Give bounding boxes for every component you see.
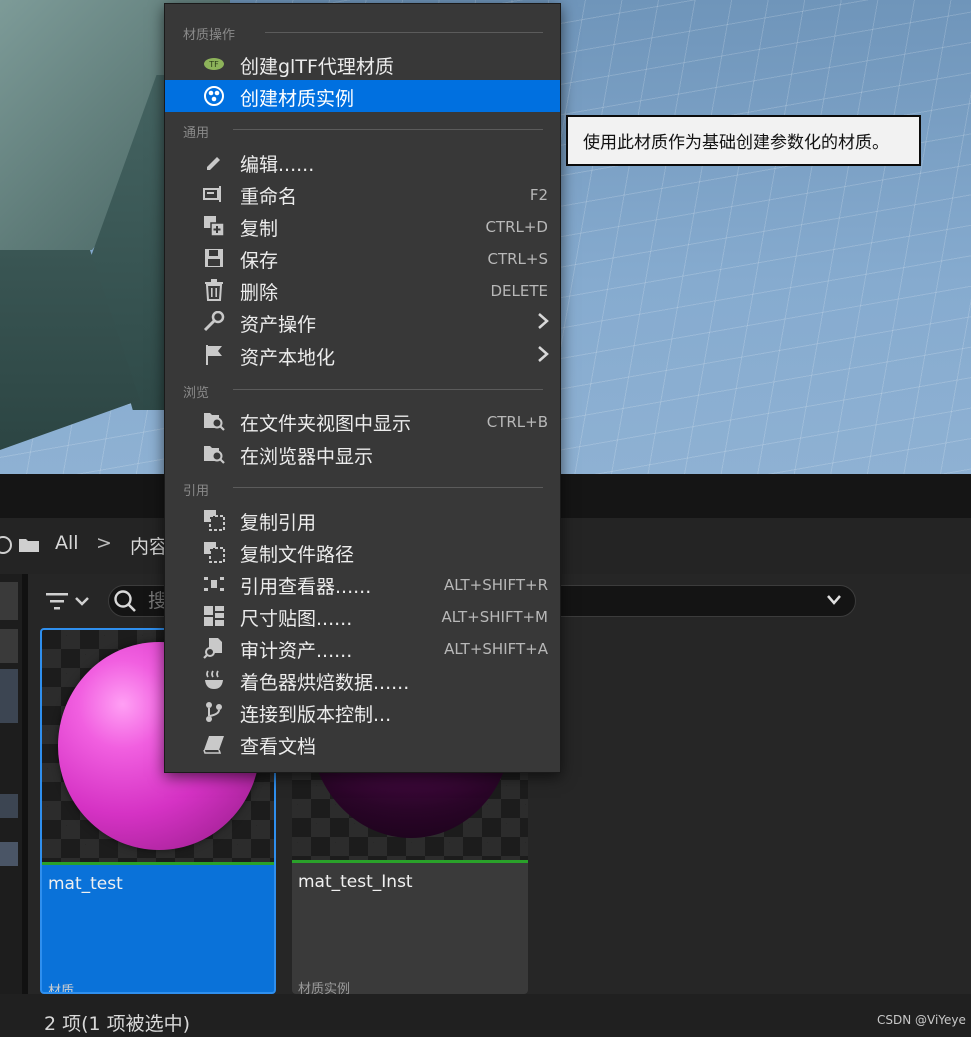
menu-item-copy-file-path[interactable]: 复制文件路径 [165, 536, 560, 568]
menu-item-tooltip: 使用此材质作为基础创建参数化的材质。 [566, 115, 921, 166]
menu-item-asset-localization[interactable]: 资产本地化 [165, 339, 560, 371]
asset-type-bar [292, 860, 528, 863]
menu-item-duplicate[interactable]: 复制 CTRL+D [165, 210, 560, 242]
menu-item-copy-reference[interactable]: 复制引用 [165, 504, 560, 536]
selection-status: 2 项(1 项被选中) [44, 1013, 191, 1035]
search-icon [114, 590, 136, 612]
menu-item-rename[interactable]: 重命名 F2 [165, 178, 560, 210]
reference-viewer-icon [203, 573, 225, 595]
wrench-icon [203, 311, 225, 333]
asset-type: 材质 [48, 984, 75, 994]
menu-item-asset-actions[interactable]: 资产操作 [165, 306, 560, 338]
size-map-icon [203, 605, 225, 627]
asset-name: mat_test_Inst [298, 872, 413, 892]
asset-type-bar [42, 862, 274, 865]
menu-item-size-map[interactable]: 尺寸贴图...... ALT+SHIFT+M [165, 600, 560, 632]
section-browse: 浏览 [183, 386, 210, 401]
watermark: CSDN @ViYeye [877, 1013, 966, 1027]
section-divider [233, 487, 543, 488]
section-material-ops: 材质操作 [183, 28, 236, 43]
folder-search-icon [203, 410, 225, 432]
copy-path-icon [203, 541, 225, 563]
documentation-icon [203, 733, 225, 755]
menu-item-reference-viewer[interactable]: 引用查看器...... ALT+SHIFT+R [165, 568, 560, 600]
section-divider [265, 32, 543, 33]
folder-search-icon [203, 443, 225, 465]
menu-item-create-gltf-proxy[interactable]: TF 创建glTF代理材质 [165, 48, 560, 80]
copy-reference-icon [203, 509, 225, 531]
menu-item-create-material-instance[interactable]: 创建材质实例 [165, 80, 560, 112]
menu-item-show-in-explorer[interactable]: 在浏览器中显示 [165, 438, 560, 470]
menu-item-audit-assets[interactable]: 审计资产...... ALT+SHIFT+A [165, 632, 560, 664]
save-icon [203, 247, 225, 269]
filter-icon[interactable] [46, 591, 90, 611]
shader-cook-icon [203, 669, 225, 691]
breadcrumb-all[interactable]: All [55, 532, 79, 554]
trash-icon [203, 279, 225, 301]
pencil-icon [203, 151, 225, 173]
svg-text:TF: TF [208, 60, 219, 69]
menu-item-view-documentation[interactable]: 查看文档 [165, 728, 560, 760]
asset-context-menu: 材质操作 TF 创建glTF代理材质 创建材质实例 通用 编辑...... 重命… [164, 3, 561, 773]
chevron-right-icon [538, 346, 549, 362]
breadcrumb-content[interactable]: 内容 [130, 532, 168, 559]
menu-item-connect-source-control[interactable]: 连接到版本控制... [165, 696, 560, 728]
source-control-icon [203, 701, 225, 723]
menu-item-edit[interactable]: 编辑...... [165, 146, 560, 178]
section-divider [233, 129, 543, 130]
source-panel [0, 574, 22, 994]
gltf-icon: TF [203, 53, 225, 75]
breadcrumb-separator: > [96, 532, 112, 554]
material-instance-icon [203, 85, 225, 107]
asset-name: mat_test [48, 874, 123, 894]
chevron-down-icon[interactable] [826, 594, 842, 606]
menu-item-delete[interactable]: 删除 DELETE [165, 274, 560, 306]
menu-item-shader-cook-data[interactable]: 着色器烘焙数据...... [165, 664, 560, 696]
section-divider [233, 389, 543, 390]
menu-item-show-in-folder-view[interactable]: 在文件夹视图中显示 CTRL+B [165, 405, 560, 437]
section-general: 通用 [183, 126, 210, 141]
section-references: 引用 [183, 484, 210, 499]
folder-icon[interactable] [18, 537, 40, 553]
menu-item-save[interactable]: 保存 CTRL+S [165, 242, 560, 274]
chevron-right-icon [538, 313, 549, 329]
duplicate-icon [203, 215, 225, 237]
audit-icon [203, 637, 225, 659]
asset-type: 材质实例 [298, 982, 351, 994]
rename-icon [203, 183, 225, 205]
flag-icon [203, 344, 225, 366]
